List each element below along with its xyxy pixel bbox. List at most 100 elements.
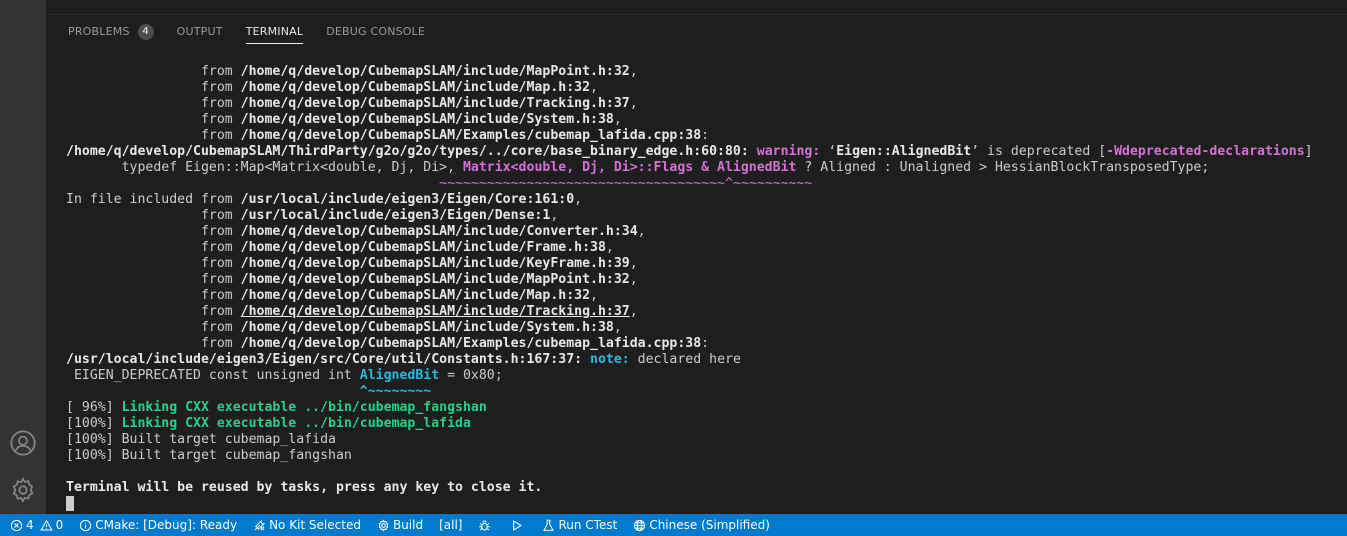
tab-problems[interactable]: PROBLEMS 4 <box>68 15 154 48</box>
terminal-line: EIGEN_DEPRECATED const unsigned int Alig… <box>66 368 1337 384</box>
run-ctest-button[interactable]: Run CTest <box>542 514 617 536</box>
debug-bug-icon <box>479 520 491 530</box>
terminal-text: [100%] <box>66 416 122 431</box>
language-label: Chinese (Simplified) <box>649 518 770 532</box>
terminal-text: : <box>701 128 710 143</box>
tab-output-label: OUTPUT <box>176 25 223 38</box>
terminal-line: /home/q/develop/CubemapSLAM/ThirdParty/g… <box>66 144 1337 160</box>
build-target-selector[interactable]: [all] <box>439 514 462 536</box>
terminal-output[interactable]: from /home/q/develop/CubemapSLAM/include… <box>66 64 1337 514</box>
status-bar: 4 0 CMake: [Debug]: Ready No Kit Selecte… <box>0 514 1347 536</box>
terminal-text: -Wdeprecated-declarations <box>1106 144 1305 159</box>
terminal-cursor <box>66 496 74 511</box>
terminal-line: [100%] Built target cubemap_lafida <box>66 432 1337 448</box>
terminal-text: from <box>66 112 241 127</box>
terminal-line: [100%] Built target cubemap_fangshan <box>66 448 1337 464</box>
terminal-text: , <box>574 192 583 207</box>
terminal-text: , <box>629 272 638 287</box>
terminal-text: , <box>613 112 622 127</box>
terminal-text: /home/q/develop/CubemapSLAM/include/Trac… <box>240 96 630 111</box>
terminal-text: /home/q/develop/CubemapSLAM/ThirdParty/g… <box>66 144 749 159</box>
terminal-line: /usr/local/include/eigen3/Eigen/src/Core… <box>66 352 1337 368</box>
terminal-line: from /home/q/develop/CubemapSLAM/include… <box>66 256 1337 272</box>
terminal-text: from <box>66 336 241 351</box>
terminal-text: , <box>550 208 559 223</box>
terminal-text: [100%] Built target cubemap_fangshan <box>66 448 352 463</box>
terminal-line: from /home/q/develop/CubemapSLAM/include… <box>66 288 1337 304</box>
terminal-line: from /home/q/develop/CubemapSLAM/include… <box>66 224 1337 240</box>
terminal-text: from <box>66 80 241 95</box>
terminal-line: ^~~~~~~~~ <box>66 384 1337 400</box>
beaker-icon <box>543 519 555 531</box>
terminal-text: , <box>590 80 598 95</box>
run-button[interactable] <box>510 514 526 536</box>
terminal-text: /home/q/develop/CubemapSLAM/include/Syst… <box>240 320 614 335</box>
terminal-text: Linking CXX executable ../bin/cubemap_fa… <box>121 400 487 415</box>
terminal-line: from /home/q/develop/CubemapSLAM/include… <box>66 96 1337 112</box>
terminal-text: from <box>66 96 241 111</box>
terminal-text: from <box>66 304 241 319</box>
terminal-line: from /home/q/develop/CubemapSLAM/include… <box>66 112 1337 128</box>
tab-output[interactable]: OUTPUT <box>177 15 223 48</box>
terminal-text: , <box>637 224 646 239</box>
build-button[interactable]: Build <box>377 514 423 536</box>
info-icon <box>80 519 92 531</box>
terminal-text: Linking CXX executable ../bin/cubemap_la… <box>121 416 471 431</box>
terminal-text: , <box>613 320 622 335</box>
terminal-text: , <box>629 304 638 319</box>
kit-label: No Kit Selected <box>269 518 361 532</box>
terminal-line: from /home/q/develop/CubemapSLAM/include… <box>66 240 1337 256</box>
tab-terminal[interactable]: TERMINAL <box>245 15 304 48</box>
kit-selector[interactable]: No Kit Selected <box>253 514 361 536</box>
terminal-line: Terminal will be reused by tasks, press … <box>66 480 1337 496</box>
terminal-text: from <box>66 256 241 271</box>
terminal-line: [100%] Linking CXX executable ../bin/cub… <box>66 416 1337 432</box>
terminal-text: /home/q/develop/CubemapSLAM/include/MapP… <box>240 64 630 79</box>
manage-gear-icon[interactable] <box>8 475 38 505</box>
terminal-text: AlignedBit <box>359 368 440 383</box>
terminal-text: from <box>66 240 241 255</box>
terminal-text: /home/q/develop/CubemapSLAM/include/MapP… <box>240 272 630 287</box>
terminal-text: , <box>629 64 638 79</box>
build-gear-icon <box>378 518 389 532</box>
debug-button[interactable] <box>478 514 494 536</box>
tab-debug-console-label: DEBUG CONSOLE <box>326 25 426 38</box>
terminal-text: = 0x80; <box>439 368 503 383</box>
terminal-text: /home/q/develop/CubemapSLAM/include/Map.… <box>240 80 591 95</box>
terminal-line: from /home/q/develop/CubemapSLAM/include… <box>66 272 1337 288</box>
terminal-text: [100%] Built target cubemap_lafida <box>66 432 336 447</box>
terminal-text: declared here <box>629 352 741 367</box>
terminal-line: In file included from /usr/local/include… <box>66 192 1337 208</box>
cmake-status[interactable]: CMake: [Debug]: Ready <box>79 514 237 536</box>
tab-problems-label: PROBLEMS <box>68 25 130 38</box>
activity-bar <box>0 0 46 514</box>
run-ctest-label: Run CTest <box>558 518 618 532</box>
build-target-label: [all] <box>439 518 463 532</box>
terminal-text: ] <box>1304 144 1313 159</box>
tools-icon <box>254 518 266 530</box>
cmake-status-label: CMake: [Debug]: Ready <box>95 518 238 532</box>
terminal-line: from /usr/local/include/eigen3/Eigen/Den… <box>66 208 1337 224</box>
problems-status[interactable]: 4 0 <box>10 514 63 536</box>
terminal-line: [ 96%] Linking CXX executable ../bin/cub… <box>66 400 1337 416</box>
terminal-line: ~~~~~~~~~~~~~~~~~~~~~~~~~~~~~~~~~~~~^~~~… <box>66 176 1337 192</box>
terminal-text: from <box>66 224 241 239</box>
terminal-text: , <box>605 240 614 255</box>
terminal-text: /home/q/develop/CubemapSLAM/Examples/cub… <box>240 128 702 143</box>
language-selector[interactable]: Chinese (Simplified) <box>633 514 770 536</box>
terminal-text: /home/q/develop/CubemapSLAM/include/Syst… <box>240 112 614 127</box>
terminal-text: /usr/local/include/eigen3/Eigen/src/Core… <box>66 352 583 367</box>
terminal-line: from /home/q/develop/CubemapSLAM/include… <box>66 320 1337 336</box>
terminal-text: from <box>66 64 241 79</box>
account-icon[interactable] <box>8 428 38 458</box>
terminal-text: : <box>701 336 710 351</box>
terminal-text: Eigen::AlignedBit <box>836 144 972 159</box>
terminal-text: /home/q/develop/CubemapSLAM/Examples/cub… <box>240 336 702 351</box>
tab-debug-console[interactable]: DEBUG CONSOLE <box>326 15 425 48</box>
terminal-text: [ 96%] <box>66 400 122 415</box>
terminal-text: /home/q/develop/CubemapSLAM/include/Fram… <box>240 240 606 255</box>
